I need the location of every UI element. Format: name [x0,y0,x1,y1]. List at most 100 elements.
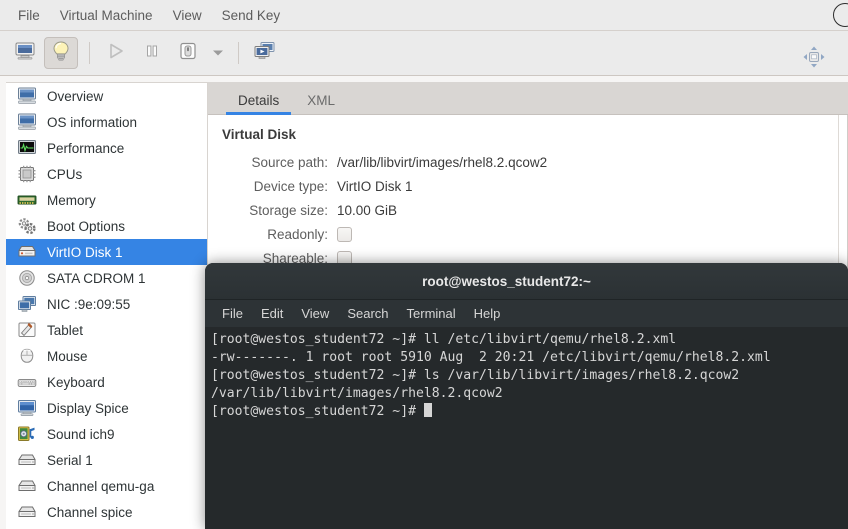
shutdown-button[interactable] [171,37,205,69]
fullscreen-arrows-icon[interactable] [802,45,826,74]
field-row: Source path: /var/lib/libvirt/images/rhel… [208,150,848,174]
cdrom-disc-icon [16,268,38,288]
field-row: Device type: VirtIO Disk 1 [208,174,848,198]
field-value: 10.00 GiB [337,202,398,218]
sidebar-item-label: VirtIO Disk 1 [47,244,123,260]
field-row: Readonly: [208,222,848,246]
terminal-menu-terminal[interactable]: Terminal [398,303,465,324]
terminal-title: root@westos_student72:~ [422,273,591,289]
sidebar-item-sound-ich9[interactable]: Sound ich9 [6,421,207,447]
sidebar-item-serial-1[interactable]: Serial 1 [6,447,207,473]
checkbox-readonly[interactable] [337,226,352,242]
sidebar-item-memory[interactable]: Memory [6,187,207,213]
toolbar-separator-1 [89,42,90,64]
terminal-line: /var/lib/libvirt/images/rhel8.2.qcow2 [211,386,503,401]
sidebar-item-os-information[interactable]: OS information [6,109,207,135]
menu-file[interactable]: File [8,5,50,26]
sidebar-item-cpus[interactable]: CPUs [6,161,207,187]
serial-port-icon [16,476,38,496]
sidebar-item-tablet[interactable]: Tablet [6,317,207,343]
terminal-line: [root@westos_student72 ~]# ll /etc/libvi… [211,332,677,347]
run-button[interactable] [99,37,133,69]
screen-root: File Virtual Machine View Send Key Overv… [0,0,848,529]
menu-view[interactable]: View [163,5,212,26]
field-label: Readonly: [267,226,328,242]
pause-button[interactable] [135,37,169,69]
sidebar-item-label: NIC :9e:09:55 [47,296,131,312]
terminal-prompt: [root@westos_student72 ~]# [211,404,424,419]
menubar: File Virtual Machine View Send Key [0,0,848,31]
field-value: /var/lib/libvirt/images/rhel8.2.qcow2 [337,154,548,170]
computer-icon [16,86,38,106]
sidebar-item-channel-spice[interactable]: Channel spice [6,499,207,525]
sidebar-item-keyboard[interactable]: Keyboard [6,369,207,395]
pause-icon [142,41,162,66]
field-label: Source path: [251,154,328,170]
field-label: Storage size: [249,202,328,218]
toolbar [0,31,848,76]
terminal-line: [root@westos_student72 ~]# ls /var/lib/l… [211,368,740,383]
chevron-down-icon [212,44,224,62]
terminal-titlebar[interactable]: root@westos_student72:~ [205,263,848,300]
sidebar-item-label: Performance [47,140,125,156]
tab-details[interactable]: Details [224,88,293,115]
tablet-pen-icon [16,320,38,340]
sidebar-item-performance[interactable]: Performance [6,135,207,161]
sidebar-item-label: Tablet [47,322,84,338]
terminal-menu-search[interactable]: Search [338,303,397,324]
power-shutdown-icon [177,40,199,67]
field-row: Storage size: 10.00 GiB [208,198,848,222]
terminal-line: -rw-------. 1 root root 5910 Aug 2 20:21… [211,350,771,365]
hardware-sidebar[interactable]: Overview OS information Performance CPUs… [6,82,208,529]
snapshots-icon [253,40,277,67]
harddisk-icon [16,242,38,262]
console-monitor-icon [14,41,36,66]
sidebar-item-label: SATA CDROM 1 [47,270,146,286]
sidebar-item-boot-options[interactable]: Boot Options [6,213,207,239]
terminal-menu-view[interactable]: View [292,303,338,324]
serial-port-icon [16,502,38,522]
terminal-screen[interactable]: [root@westos_student72 ~]# ll /etc/libvi… [205,327,848,529]
sidebar-item-label: Memory [47,192,96,208]
window-close-button[interactable] [833,3,848,27]
cpu-chip-icon [16,164,38,184]
tab-xml[interactable]: XML [293,88,349,114]
display-monitor-icon [16,398,38,418]
terminal-menubar: File Edit View Search Terminal Help [205,300,848,327]
mouse-icon [16,346,38,366]
terminal-menu-edit[interactable]: Edit [252,303,292,324]
sidebar-item-channel-qemu-ga[interactable]: Channel qemu-ga [6,473,207,499]
sidebar-item-mouse[interactable]: Mouse [6,343,207,369]
sound-speaker-icon [16,424,38,444]
terminal-window[interactable]: root@westos_student72:~ File Edit View S… [205,263,848,529]
sidebar-item-label: Display Spice [47,400,129,416]
sidebar-item-label: Overview [47,88,104,104]
detail-fields: Source path: /var/lib/libvirt/images/rhel… [208,150,848,270]
menu-send-key[interactable]: Send Key [212,5,291,26]
terminal-cursor [423,403,432,417]
play-run-icon [106,41,126,66]
sidebar-item-display-spice[interactable]: Display Spice [6,395,207,421]
sidebar-item-overview[interactable]: Overview [6,83,207,109]
sidebar-item-sata-cdrom-1[interactable]: SATA CDROM 1 [6,265,207,291]
toolbar-separator-2 [238,42,239,64]
sidebar-item-label: CPUs [47,166,83,182]
field-value: VirtIO Disk 1 [337,178,413,194]
menu-virtual-machine[interactable]: Virtual Machine [50,5,163,26]
terminal-menu-file[interactable]: File [213,303,252,324]
sidebar-item-label: Keyboard [47,374,105,390]
sidebar-item-virtio-disk-1[interactable]: VirtIO Disk 1 [6,239,207,265]
sidebar-item-label: Channel qemu-ga [47,478,155,494]
sidebar-item-label: Serial 1 [47,452,93,468]
network-card-icon [16,294,38,314]
computer-icon [16,112,38,132]
snapshots-button[interactable] [248,37,282,69]
tabbar: Details XML [208,82,848,115]
terminal-menu-help[interactable]: Help [465,303,510,324]
show-details-button[interactable] [44,37,78,69]
memory-ram-icon [16,190,38,210]
shutdown-options-caret[interactable] [207,37,229,69]
lightbulb-details-icon [51,40,71,67]
sidebar-item-nic-9e-09-55[interactable]: NIC :9e:09:55 [6,291,207,317]
show-console-button[interactable] [8,37,42,69]
